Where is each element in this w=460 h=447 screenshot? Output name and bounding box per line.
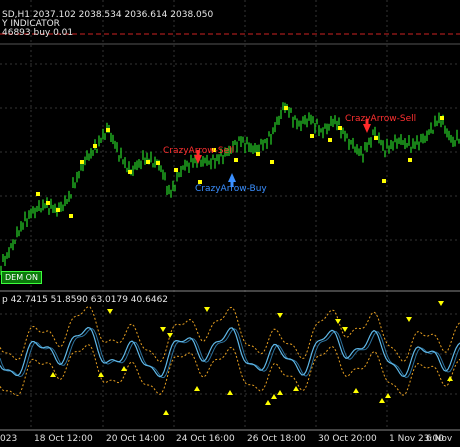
time-label: 023 (0, 434, 18, 444)
main-line (0, 326, 460, 378)
time-label: 26 Oct 18:00 (247, 434, 306, 444)
signal-dot (36, 192, 40, 196)
oscillator-arrows (50, 301, 453, 415)
time-label: 18 Oct 12:00 (34, 434, 93, 444)
up-arrow-icon (194, 386, 200, 391)
oscillator-lines (0, 306, 460, 396)
signal-dot (338, 126, 342, 130)
signal-dot (146, 160, 150, 164)
up-arrow-icon (447, 376, 453, 381)
signal-dot (128, 170, 132, 174)
up-arrow-icon (227, 390, 233, 395)
down-arrow-icon (204, 307, 210, 312)
up-arrow-icon (379, 398, 385, 403)
sell-arrow-icon (363, 124, 371, 133)
signal-dot (46, 201, 50, 205)
chart-canvas[interactable] (0, 0, 460, 447)
time-label: 24 Oct 16:00 (176, 434, 235, 444)
time-label: 20 Oct 14:00 (106, 434, 165, 444)
signal-dot (80, 160, 84, 164)
up-arrow-icon (353, 388, 359, 393)
down-arrow-icon (406, 317, 412, 322)
signal-dot (106, 128, 110, 132)
lower-band-line (0, 344, 460, 396)
signal-dot (440, 116, 444, 120)
up-arrow-icon (293, 386, 299, 391)
sell-signal-label: CrazyArrow-Sell (345, 114, 417, 124)
time-label: 30 Oct 20:00 (318, 434, 377, 444)
signal-dot (234, 158, 238, 162)
trade-label: 46893 buy 0.01 (2, 28, 74, 38)
up-arrow-icon (271, 394, 277, 399)
sell-signal-label: CrazyArrow-Sell (163, 146, 235, 156)
down-arrow-icon (277, 313, 283, 318)
status-badge[interactable]: DEM ON (1, 271, 42, 284)
down-arrow-icon (160, 327, 166, 332)
up-arrow-icon (98, 372, 104, 377)
up-arrow-icon (50, 372, 56, 377)
down-arrow-icon (107, 309, 113, 314)
signal-dot (270, 160, 274, 164)
signal-dot (310, 134, 314, 138)
signal-dot (374, 136, 378, 140)
signal-dot (284, 106, 288, 110)
up-arrow-icon (265, 400, 271, 405)
signal-dot (156, 161, 160, 165)
down-arrow-icon (167, 333, 173, 338)
up-arrow-icon (277, 390, 283, 395)
signal-dot (328, 138, 332, 142)
up-arrow-icon (163, 410, 169, 415)
down-arrow-icon (438, 301, 444, 306)
signal-dot (408, 158, 412, 162)
buy-arrow-icon (228, 173, 236, 182)
signal-line (0, 327, 460, 379)
signal-dot (56, 208, 60, 212)
signal-dot (174, 168, 178, 172)
time-label: 6 Nov (426, 434, 453, 444)
signal-dot (382, 179, 386, 183)
signal-dot (69, 214, 73, 218)
down-arrow-icon (335, 319, 341, 324)
signal-dot (93, 144, 97, 148)
buy-signal-label: CrazyArrow-Buy (195, 184, 267, 194)
signal-dot (256, 152, 260, 156)
oscillator-values: p 42.7415 51.8590 63.0179 40.6462 (2, 295, 169, 305)
up-arrow-icon (121, 366, 127, 371)
down-arrow-icon (342, 327, 348, 332)
